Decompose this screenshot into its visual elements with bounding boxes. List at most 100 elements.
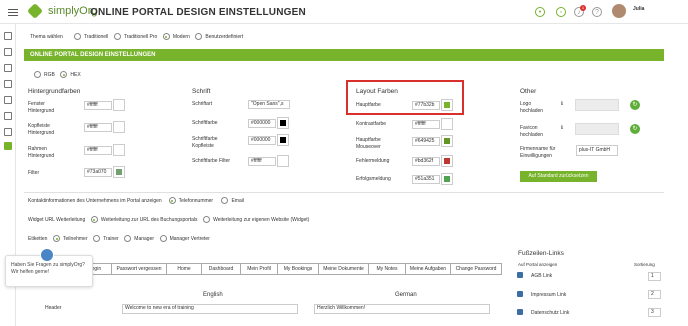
favicon-upload-button[interactable]: ↻ <box>630 124 640 134</box>
labels-option-trainer[interactable]: Trainer <box>93 235 119 242</box>
bg-window-input[interactable]: #ffffff <box>84 101 112 110</box>
layout-heading: Layout Farben <box>356 88 398 95</box>
widget-option-portal[interactable]: Weiterleitung zur URL des Buchungsportal… <box>90 216 198 223</box>
font-color-swatch[interactable] <box>277 117 289 129</box>
footer-agb-checkbox[interactable] <box>517 272 523 278</box>
section-banner: ONLINE PORTAL DESIGN EINSTELLUNGEN <box>24 49 664 61</box>
menu-icon[interactable] <box>8 9 18 16</box>
divider <box>24 192 664 193</box>
footer-agb-sort[interactable]: 1 <box>648 272 661 281</box>
theme-label: Thema wählen <box>30 34 63 40</box>
logo-mark-icon <box>27 3 43 19</box>
menu-preview-change-password: Change Password <box>450 263 502 275</box>
logo-upload-field[interactable] <box>575 99 619 111</box>
menu-preview-tasks: Meine Aufgaben <box>405 263 451 275</box>
chat-avatar[interactable] <box>40 248 54 262</box>
menu-preview-forgot-password: Passwort vergessen <box>111 263 167 275</box>
contrast-color-color <box>444 121 450 127</box>
bg-filter-swatch[interactable] <box>113 166 125 178</box>
bg-window-swatch[interactable] <box>113 99 125 111</box>
footer-agb-label: AGB Link <box>531 273 553 279</box>
font-family-label: Schriftart <box>192 101 213 107</box>
widget-option-own[interactable]: Weiterleitung zur eigenen Website (Widge… <box>203 216 309 223</box>
hover-color-color <box>444 138 450 144</box>
lightbulb-icon[interactable]: • <box>535 7 545 17</box>
font-header-color-color <box>280 137 286 143</box>
sidebar-chart-icon[interactable] <box>4 96 12 104</box>
header-english-input[interactable]: Welcome to new era of training <box>122 304 298 314</box>
widget-label: Widget URL Weiterleitung <box>28 216 86 223</box>
logo[interactable]: simplyOrg <box>27 3 98 19</box>
menu-preview-bookings: My Bookings <box>277 263 319 275</box>
reset-defaults-button[interactable]: Auf Standard zurücksetzen <box>520 171 597 182</box>
contrast-color-swatch[interactable] <box>441 118 453 130</box>
hover-color-swatch[interactable] <box>441 135 453 147</box>
footer-privacy-sort[interactable]: 3 <box>648 308 661 317</box>
contact-option-email[interactable]: Email <box>221 197 244 204</box>
font-header-color-label: Schriftfarbe Kopfleiste <box>192 136 218 149</box>
settings-icon[interactable]: ◦ <box>556 7 566 17</box>
theme-option-modern[interactable]: Modern <box>162 33 190 40</box>
avatar[interactable] <box>612 4 626 18</box>
labels-label: Etiketten <box>28 235 48 242</box>
labels-option-deputy[interactable]: Manager Vertreter <box>159 235 210 242</box>
footer-privacy-label: Datenschutz Link <box>531 310 570 316</box>
footer-impressum-sort[interactable]: 2 <box>648 290 661 299</box>
bg-filter-input[interactable]: #73a070 <box>84 168 112 177</box>
contrast-color-label: Kontrastfarbe <box>356 121 387 127</box>
menu-preview-documents: Meine Dokumente <box>318 263 369 275</box>
header-german-input[interactable]: Herzlich Willkommen! <box>314 304 490 314</box>
favicon-upload-label: Favicon hochladen <box>520 125 544 138</box>
font-header-color-swatch[interactable] <box>277 134 289 146</box>
theme-option-custom[interactable]: Benutzerdefiniert <box>195 33 243 40</box>
theme-option-traditionell-pro[interactable]: Traditionell Pro <box>113 33 157 40</box>
font-color-label: Schriftfarbe <box>192 120 218 126</box>
main-color-swatch[interactable] <box>441 99 453 111</box>
help-icon[interactable]: ? <box>592 7 602 17</box>
bg-frame-input[interactable]: #ffffff <box>84 146 112 155</box>
color-mode-rgb[interactable]: RGB <box>34 71 55 78</box>
color-mode-hex[interactable]: HEX <box>60 71 81 78</box>
labels-option-manager[interactable]: Manager <box>124 235 154 242</box>
company-name-input[interactable]: plus-IT GmbH <box>576 145 618 156</box>
font-filter-color-swatch[interactable] <box>277 155 289 167</box>
labels-option-participant[interactable]: Teilnehmer <box>53 235 88 242</box>
sidebar-users-icon[interactable] <box>4 64 12 72</box>
font-filter-color-color <box>280 158 286 164</box>
footer-impressum-checkbox[interactable] <box>517 291 523 297</box>
notification-badge: 1 <box>580 5 586 11</box>
font-color-input[interactable]: #000000 <box>248 119 276 128</box>
error-color-input[interactable]: #bd362f <box>412 157 440 166</box>
hover-color-input[interactable]: #649425 <box>412 137 440 146</box>
chat-message: Haben Sie Fragen zu simplyOrg? Wir helfe… <box>11 262 85 275</box>
font-heading: Schrift <box>192 88 211 95</box>
favicon-upload-field[interactable] <box>575 123 619 135</box>
sidebar-building-icon[interactable] <box>4 112 12 120</box>
bg-header-input[interactable]: #ffffff <box>84 123 112 132</box>
contrast-color-input[interactable]: #ffffff <box>412 120 440 129</box>
bg-frame-swatch[interactable] <box>113 144 125 156</box>
footer-privacy-checkbox[interactable] <box>517 309 523 315</box>
bg-header-swatch[interactable] <box>113 121 125 133</box>
font-header-color-input[interactable]: #000000 <box>248 136 276 145</box>
sidebar-doc-icon[interactable] <box>4 128 12 136</box>
theme-option-traditionell[interactable]: Traditionell <box>74 33 108 40</box>
logo-upload-label: Logo hochladen <box>520 101 544 114</box>
main-color-input[interactable]: #77b32b <box>412 101 440 110</box>
widget-row: Widget URL Weiterleitung Weiterleitung z… <box>28 216 309 223</box>
success-color-input[interactable]: #51a351 <box>412 175 440 184</box>
sidebar-settings-icon[interactable] <box>4 142 12 150</box>
background-heading: Hintergrundfarben <box>28 88 81 95</box>
error-color-swatch[interactable] <box>441 155 453 167</box>
contact-option-phone[interactable]: Telefonnummer <box>168 197 213 204</box>
success-color-swatch[interactable] <box>441 173 453 185</box>
font-family-input[interactable]: "Open Sans",s <box>248 100 290 109</box>
bell-icon[interactable]: ♪ 1 <box>574 5 586 17</box>
bg-header-label: Kopfleiste Hintergrund <box>28 123 55 136</box>
sidebar-grid-icon[interactable] <box>4 80 12 88</box>
sidebar-calendar-icon[interactable] <box>4 32 12 40</box>
font-filter-color-label: Schriftfarbe Filter <box>192 158 231 164</box>
logo-upload-button[interactable]: ↻ <box>630 100 640 110</box>
sidebar-list-icon[interactable] <box>4 48 12 56</box>
font-filter-color-input[interactable]: #ffffff <box>248 157 276 166</box>
